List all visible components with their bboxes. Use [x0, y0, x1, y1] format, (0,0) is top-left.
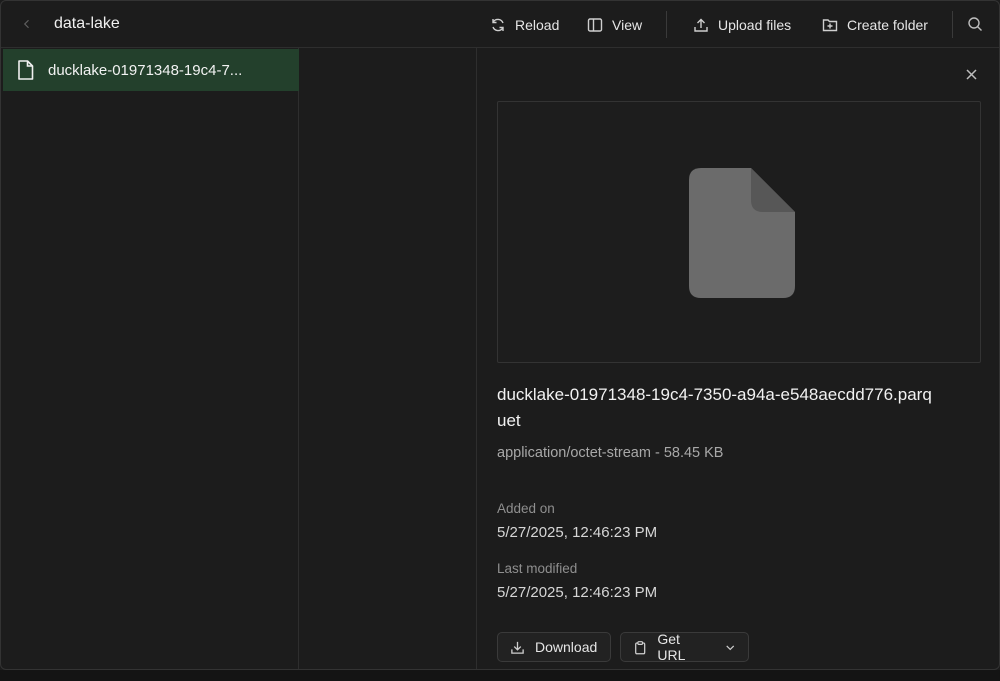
- close-icon: [966, 69, 977, 80]
- file-meta: application/octet-stream - 58.45 KB: [497, 445, 724, 461]
- chevron-down-icon: [725, 645, 734, 650]
- toolbar-divider: [952, 11, 953, 38]
- create-folder-label: Create folder: [847, 17, 928, 33]
- reload-label: Reload: [515, 17, 560, 33]
- upload-files-button[interactable]: Upload files: [693, 13, 791, 37]
- last-modified-value: 5/27/2025, 12:46:23 PM: [497, 584, 658, 601]
- last-modified-label: Last modified: [497, 561, 578, 576]
- download-label: Download: [535, 639, 598, 655]
- file-name: ducklake-01971348-19c4-7350-a94a-e548aec…: [497, 385, 932, 430]
- file-icon: [18, 60, 34, 80]
- upload-icon: [694, 18, 708, 32]
- clipboard-icon: [635, 640, 646, 654]
- download-button[interactable]: Download: [497, 632, 611, 662]
- empty-column: [300, 48, 477, 669]
- bucket-title: data-lake: [54, 15, 120, 32]
- create-folder-button[interactable]: Create folder: [822, 13, 928, 37]
- storage-explorer-window: data-lake Reload View Upload files Creat…: [0, 0, 1000, 670]
- download-icon: [511, 641, 524, 654]
- search-button[interactable]: [967, 16, 983, 32]
- chevron-left-icon: [23, 19, 29, 29]
- get-url-button[interactable]: Get URL: [620, 631, 749, 663]
- file-icon: [689, 168, 795, 298]
- reload-button[interactable]: Reload: [490, 13, 559, 37]
- toolbar-divider: [666, 11, 667, 38]
- toolbar: data-lake Reload View Upload files Creat…: [1, 1, 999, 48]
- list-item-label: ducklake-01971348-19c4-7...: [48, 61, 243, 79]
- view-button[interactable]: View: [587, 13, 642, 37]
- file-detail-panel: ducklake-01971348-19c4-7350-a94a-e548aec…: [478, 48, 999, 669]
- back-button[interactable]: [19, 16, 35, 32]
- refresh-icon: [492, 18, 504, 32]
- file-list-column: ducklake-01971348-19c4-7...: [1, 48, 299, 669]
- file-preview: [497, 101, 981, 363]
- added-on-label: Added on: [497, 501, 555, 516]
- list-item[interactable]: ducklake-01971348-19c4-7...: [3, 49, 299, 91]
- bottom-strip: [0, 670, 1000, 681]
- columns-icon: [587, 18, 603, 32]
- search-icon: [968, 17, 982, 31]
- get-url-label: Get URL: [657, 631, 686, 663]
- upload-files-label: Upload files: [718, 17, 792, 33]
- close-button[interactable]: [965, 68, 978, 81]
- folder-plus-icon: [822, 19, 838, 32]
- added-on-value: 5/27/2025, 12:46:23 PM: [497, 524, 658, 541]
- view-label: View: [612, 17, 643, 33]
